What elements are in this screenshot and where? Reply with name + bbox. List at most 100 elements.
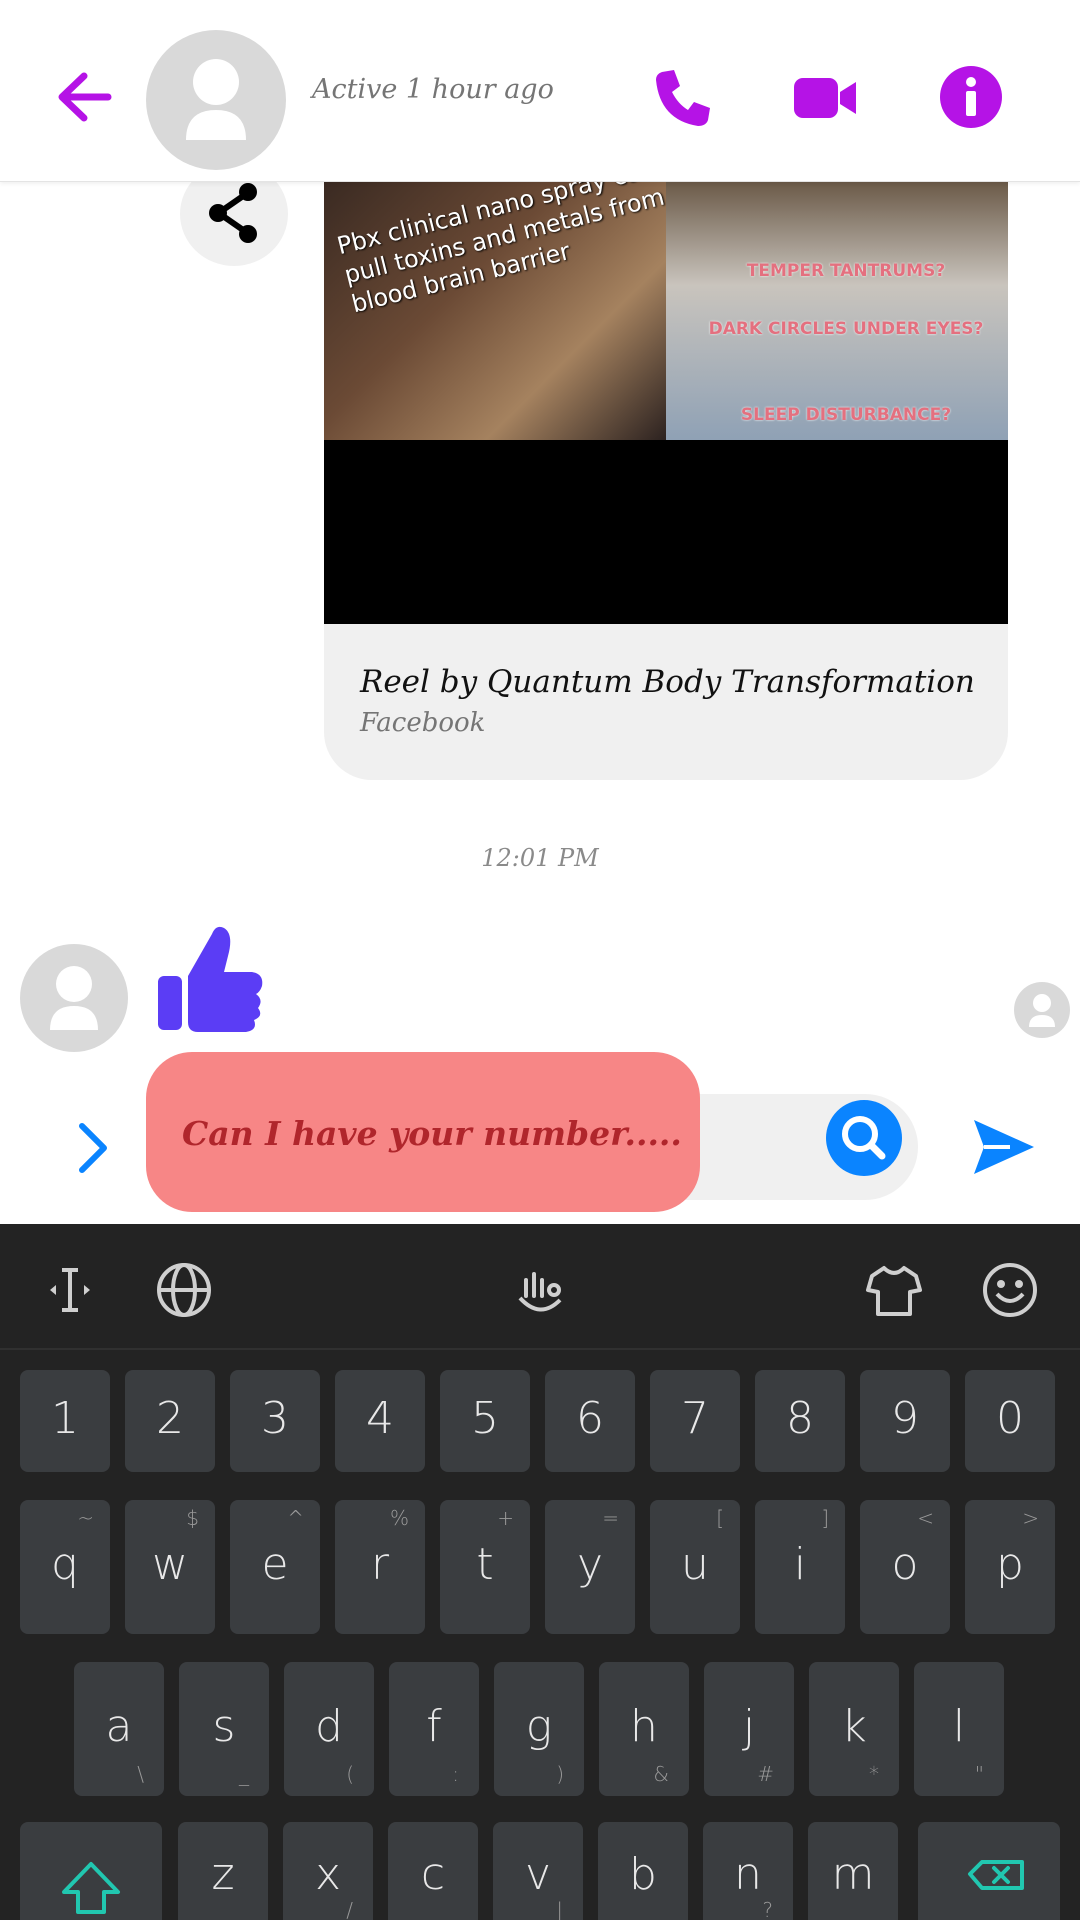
key-label: s	[212, 1701, 236, 1752]
key-h[interactable]: h &	[599, 1662, 689, 1796]
key-d[interactable]: d(	[284, 1662, 374, 1796]
key-y[interactable]: y =	[545, 1500, 635, 1634]
key-4[interactable]: 4	[335, 1370, 425, 1472]
key-label: p	[996, 1539, 1024, 1590]
key-hint: =	[602, 1506, 619, 1530]
search-button[interactable]	[826, 1100, 902, 1176]
key-t[interactable]: t +	[440, 1500, 530, 1634]
key-e[interactable]: e ^	[230, 1500, 320, 1634]
key-m[interactable]: m	[808, 1822, 898, 1920]
key-label: 6	[576, 1393, 604, 1444]
reel-title: Reel by Quantum Body Transformation	[360, 664, 975, 700]
key-label: 2	[156, 1393, 184, 1444]
key-z[interactable]: z	[178, 1822, 268, 1920]
key-1[interactable]: 1	[20, 1370, 110, 1472]
key-p[interactable]: p >	[965, 1500, 1055, 1634]
key-6[interactable]: 6	[545, 1370, 635, 1472]
reel-info-card[interactable]: Reel by Quantum Body Transformation Face…	[324, 624, 1008, 780]
back-arrow-icon[interactable]	[50, 62, 120, 132]
key-label: n	[734, 1849, 762, 1900]
key-f[interactable]: f:	[389, 1662, 479, 1796]
key-i[interactable]: i]	[755, 1500, 845, 1634]
key-hint: :	[452, 1762, 459, 1786]
key-2[interactable]: 2	[125, 1370, 215, 1472]
key-label: h	[630, 1701, 658, 1752]
key-label: l	[952, 1701, 966, 1752]
message-text: Can I have your number.....	[182, 1114, 682, 1153]
key-hint: )	[556, 1762, 564, 1786]
key-9[interactable]: 9	[860, 1370, 950, 1472]
key-b[interactable]: b	[598, 1822, 688, 1920]
key-hint: ^	[287, 1506, 304, 1530]
key-hint: <	[917, 1506, 934, 1530]
phone-call-icon[interactable]	[648, 62, 718, 132]
theme-shirt-icon[interactable]	[864, 1260, 924, 1320]
globe-icon[interactable]	[154, 1260, 214, 1320]
key-label: o	[891, 1539, 919, 1590]
sender-avatar[interactable]	[20, 944, 128, 1052]
key-r[interactable]: r%	[335, 1500, 425, 1634]
key-label: 8	[786, 1393, 814, 1444]
key-k[interactable]: k *	[809, 1662, 899, 1796]
gesture-icon[interactable]	[510, 1260, 570, 1320]
message-timestamp: 12:01 PM	[481, 844, 599, 872]
cursor-control-icon[interactable]	[40, 1260, 100, 1320]
key-g[interactable]: g)	[494, 1662, 584, 1796]
shift-key[interactable]	[20, 1822, 162, 1920]
key-label: v	[524, 1849, 552, 1900]
backspace-icon	[968, 1860, 1024, 1890]
key-0[interactable]: 0	[965, 1370, 1055, 1472]
key-l[interactable]: l "	[914, 1662, 1004, 1796]
backspace-key[interactable]	[918, 1822, 1060, 1920]
send-icon[interactable]	[970, 1114, 1036, 1180]
key-label: 5	[471, 1393, 499, 1444]
key-label: d	[315, 1701, 343, 1752]
key-label: r	[370, 1539, 390, 1590]
key-hint: &	[653, 1762, 669, 1786]
key-q[interactable]: q ~	[20, 1500, 110, 1634]
key-v[interactable]: v |	[493, 1822, 583, 1920]
key-x[interactable]: x /	[283, 1822, 373, 1920]
key-hint: (	[346, 1762, 354, 1786]
key-label: f	[426, 1701, 442, 1752]
emoji-icon[interactable]	[980, 1260, 1040, 1320]
key-5[interactable]: 5	[440, 1370, 530, 1472]
key-u[interactable]: u[	[650, 1500, 740, 1634]
key-label: 7	[681, 1393, 709, 1444]
key-s[interactable]: s _	[179, 1662, 269, 1796]
key-hint: ~	[77, 1506, 94, 1530]
person-silhouette-icon	[50, 966, 98, 1030]
key-a[interactable]: a \	[74, 1662, 164, 1796]
key-hint: *	[869, 1762, 879, 1786]
key-n[interactable]: n?	[703, 1822, 793, 1920]
shift-arrow-icon	[62, 1862, 120, 1914]
info-icon[interactable]	[936, 62, 1006, 132]
reel-overlay-text-3: SLEEP DISTURBANCE?	[740, 405, 952, 425]
key-hint: ]	[821, 1506, 829, 1530]
contact-avatar[interactable]	[146, 30, 286, 170]
key-label: i	[793, 1539, 807, 1590]
video-call-icon[interactable]	[790, 62, 860, 132]
key-w[interactable]: w $	[125, 1500, 215, 1634]
key-hint: /	[346, 1898, 353, 1920]
key-hint: |	[556, 1898, 563, 1920]
key-label: 3	[261, 1393, 289, 1444]
key-label: y	[576, 1539, 604, 1590]
key-label: w	[152, 1539, 188, 1590]
reel-overlay-text-2: DARK CIRCLES UNDER EYES?	[708, 319, 984, 339]
key-7[interactable]: 7	[650, 1370, 740, 1472]
conversation-header: Active 1 hour ago	[0, 0, 1080, 182]
key-c[interactable]: c	[388, 1822, 478, 1920]
highlighted-message-bubble: Can I have your number.....	[146, 1052, 700, 1212]
key-8[interactable]: 8	[755, 1370, 845, 1472]
reel-video-preview[interactable]: Pbx clinical nano spray can pull toxins …	[324, 182, 1008, 624]
key-label: m	[831, 1849, 875, 1900]
key-label: x	[314, 1849, 342, 1900]
key-o[interactable]: o <	[860, 1500, 950, 1634]
key-label: z	[211, 1849, 235, 1900]
reel-source: Facebook	[360, 708, 486, 738]
key-3[interactable]: 3	[230, 1370, 320, 1472]
key-hint: %	[389, 1506, 409, 1530]
expand-chevron-icon[interactable]	[70, 1118, 116, 1178]
key-j[interactable]: j #	[704, 1662, 794, 1796]
